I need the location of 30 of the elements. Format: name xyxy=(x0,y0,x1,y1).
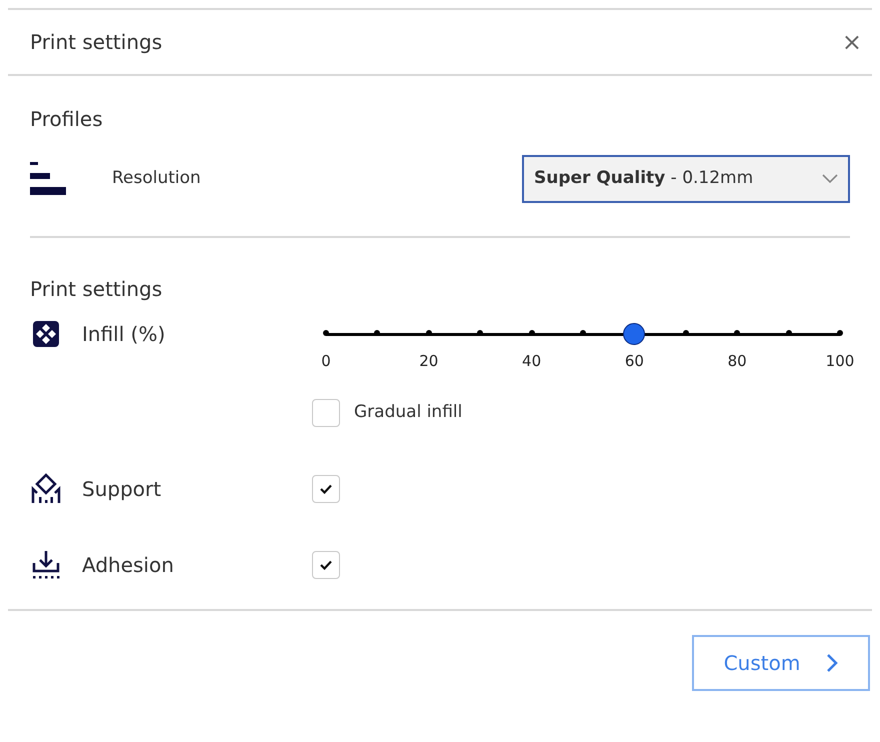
setting-label: Adhesion xyxy=(82,552,174,578)
tick-label: 40 xyxy=(522,351,542,372)
resolution-label: Resolution xyxy=(112,167,201,190)
chevron-down-icon xyxy=(822,174,838,184)
tick-label: 80 xyxy=(728,351,747,372)
section-heading: Profiles xyxy=(30,106,104,133)
tick-label: 0 xyxy=(321,351,331,372)
chevron-right-icon xyxy=(826,652,838,672)
checkbox[interactable] xyxy=(312,398,340,426)
window-title: Print settings xyxy=(30,29,162,56)
tick-label: 60 xyxy=(624,351,644,372)
dropdown-value: Super Quality - 0.12mm xyxy=(534,167,754,190)
checkbox[interactable] xyxy=(312,550,340,578)
close-button[interactable]: × xyxy=(842,24,862,60)
tick-label: 20 xyxy=(419,351,438,372)
support-structure-icon xyxy=(31,472,61,504)
download-tray-icon xyxy=(31,548,61,580)
check-icon xyxy=(320,560,332,570)
setting-label: Support xyxy=(82,476,162,502)
setting-label: Infill (%) xyxy=(82,321,166,348)
custom-button[interactable]: Custom xyxy=(692,634,870,690)
slider-thumb[interactable] xyxy=(623,323,646,345)
option-label: Gradual infill xyxy=(354,400,462,424)
infill-pattern-icon xyxy=(32,320,60,348)
check-icon xyxy=(320,484,332,494)
checkbox[interactable] xyxy=(312,474,340,502)
quality-dropdown[interactable]: Super Quality - 0.12mm xyxy=(522,155,850,203)
section-heading: Print settings xyxy=(30,276,164,303)
tick-label: 100 xyxy=(826,351,854,372)
bars-icon xyxy=(30,162,68,196)
